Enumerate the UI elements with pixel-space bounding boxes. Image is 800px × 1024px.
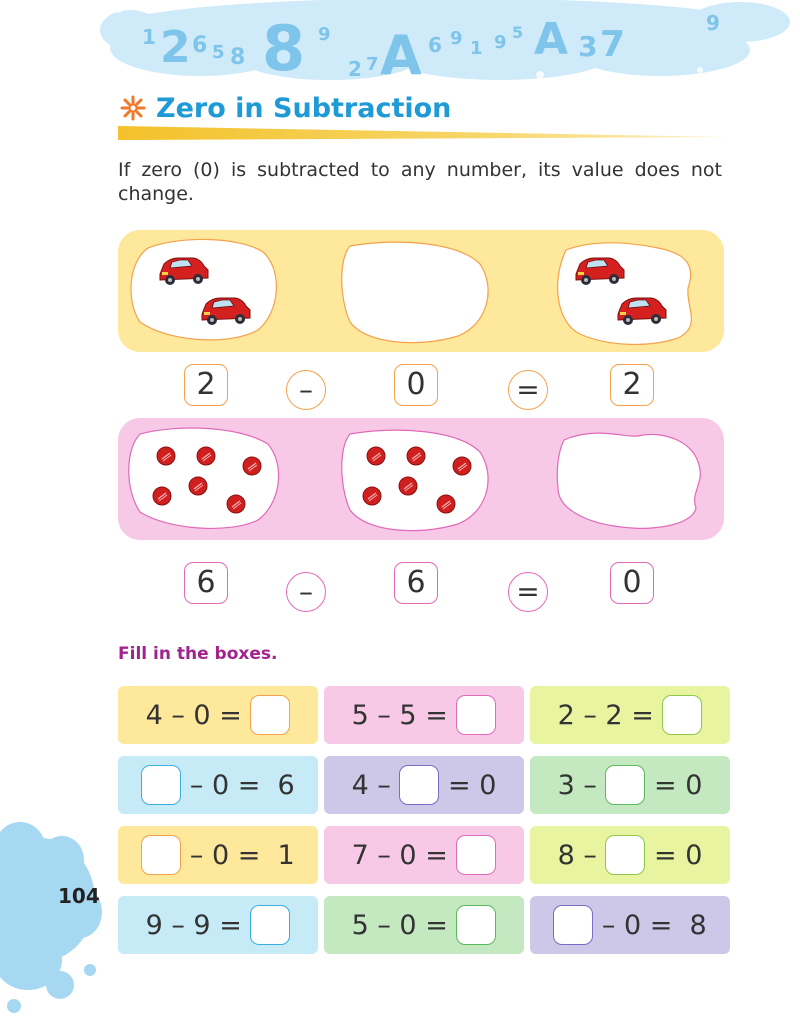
banner-digit: 9 (706, 11, 720, 35)
red-ball-icon (436, 494, 456, 514)
exercise-cell: 5 – 5 = (324, 686, 524, 744)
equation-minuend: 2 (184, 364, 228, 406)
banner-digit: 2 (348, 57, 362, 81)
flower-icon (120, 95, 146, 121)
exercise-cell: 2 – 2 = (530, 686, 730, 744)
equation-text: 7 – 0 = (351, 839, 457, 871)
equation-text: 3 – (557, 769, 606, 801)
exercise-cell: 3 – = 0 (530, 756, 730, 814)
banner-digit: 5 (512, 23, 523, 42)
equation-text: 4 – (351, 769, 400, 801)
equation-result: 2 (610, 364, 654, 406)
equation-text: – 0 = 6 (181, 769, 295, 801)
exercise-cell: 9 – 9 = (118, 896, 318, 954)
banner-digit: 9 (318, 24, 331, 45)
banner-digit: 9 (450, 28, 463, 49)
title-underline (118, 126, 728, 140)
answer-box[interactable] (141, 765, 182, 805)
red-ball-icon (366, 446, 386, 466)
exercise-cell: – 0 = 1 (118, 826, 318, 884)
blob-result (556, 432, 701, 529)
answer-box[interactable] (553, 905, 594, 945)
red-ball-icon (398, 476, 418, 496)
banner-digit: A (380, 24, 422, 87)
blob-start (130, 238, 277, 341)
banner-digit: 9 (494, 32, 507, 53)
exercise-cell: 8 – = 0 (530, 826, 730, 884)
red-ball-icon (196, 446, 216, 466)
answer-box[interactable] (250, 905, 291, 945)
banner-digit: 7 (600, 24, 625, 65)
page-corner-splash (0, 822, 102, 1013)
blob-start (128, 427, 280, 530)
equation-minuend: 6 (184, 562, 228, 604)
exercise-cell: 4 – 0 = (118, 686, 318, 744)
red-ball-icon (152, 486, 172, 506)
equals-sign: = (508, 370, 548, 410)
exercise-heading: Fill in the boxes. (118, 644, 278, 664)
equation-subtrahend: 0 (394, 364, 438, 406)
equation-subtrahend: 6 (394, 562, 438, 604)
equation-text: = 0 (645, 839, 703, 871)
minus-sign: – (286, 370, 326, 410)
exercise-cell: – 0 = 8 (530, 896, 730, 954)
red-ball-icon (226, 494, 246, 514)
answer-box[interactable] (141, 835, 182, 875)
banner-digit: 2 (160, 22, 191, 73)
answer-box[interactable] (250, 695, 291, 735)
exercise-cell: 5 – 0 = (324, 896, 524, 954)
section-title: Zero in Subtraction (120, 88, 451, 128)
red-ball-icon (362, 486, 382, 506)
red-ball-icon (406, 446, 426, 466)
equation-text: 5 – 5 = (351, 699, 457, 731)
banner-digit: 8 (262, 12, 305, 85)
banner-digit: 1 (142, 25, 156, 49)
banner-digit: 3 (578, 30, 597, 63)
equation-text: 5 – 0 = (351, 909, 457, 941)
banner-digit: A (534, 14, 568, 65)
red-ball-icon (242, 456, 262, 476)
answer-box[interactable] (456, 835, 497, 875)
answer-box[interactable] (605, 835, 646, 875)
equation-row-balls: 6 – 6 = 0 (0, 560, 800, 612)
equals-sign: = (508, 572, 548, 612)
blob-taken (341, 241, 489, 344)
banner-digit: 6 (192, 33, 207, 58)
section-title-text: Zero in Subtraction (156, 92, 452, 124)
equation-text: = 0 (439, 769, 497, 801)
equation-text: – 0 = 8 (593, 909, 707, 941)
answer-box[interactable] (662, 695, 703, 735)
banner-digit: 1 (470, 38, 483, 59)
equation-text: 9 – 9 = (145, 909, 251, 941)
red-ball-icon (452, 456, 472, 476)
equation-text: 4 – 0 = (145, 699, 251, 731)
answer-box[interactable] (605, 765, 646, 805)
exercise-cell: 4 – = 0 (324, 756, 524, 814)
exercise-cell: – 0 = 6 (118, 756, 318, 814)
header-banner: 1 2 6 5 8 8 92 7 A 6 9 1 9 5 A 3 79 (100, 0, 790, 87)
banner-digit: 8 (230, 45, 245, 70)
blob-result (556, 242, 692, 345)
answer-box[interactable] (456, 905, 497, 945)
equation-text: – 0 = 1 (181, 839, 295, 871)
equation-result: 0 (610, 562, 654, 604)
red-ball-icon (156, 446, 176, 466)
equation-text: 8 – (557, 839, 606, 871)
page-number: 104 (58, 884, 100, 908)
exercise-cell: 7 – 0 = (324, 826, 524, 884)
banner-digit: 6 (428, 33, 442, 57)
intro-text: If zero (0) is subtracted to any number,… (118, 159, 722, 205)
equation-text: = 0 (645, 769, 703, 801)
answer-box[interactable] (399, 765, 440, 805)
example-panel-cars (118, 230, 724, 352)
banner-digit: 7 (366, 54, 379, 75)
equation-row-cars: 2 – 0 = 2 (0, 364, 800, 410)
red-ball-icon (188, 476, 208, 496)
minus-sign: – (286, 572, 326, 612)
equation-text: 2 – 2 = (557, 699, 663, 731)
answer-box[interactable] (456, 695, 497, 735)
example-panel-balls (118, 418, 724, 540)
banner-digit: 5 (212, 42, 225, 63)
